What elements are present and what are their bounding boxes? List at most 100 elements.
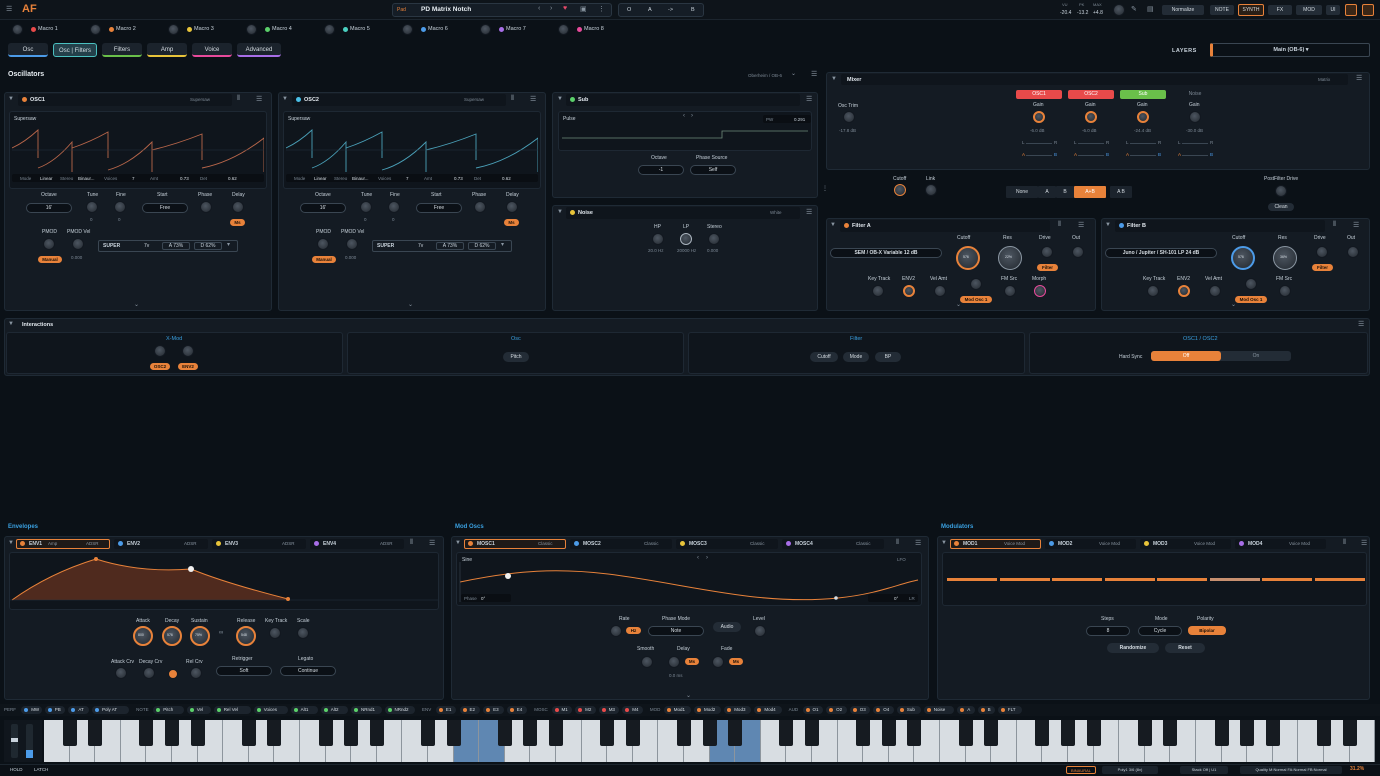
osc2-super-amt[interactable]: A 73% bbox=[436, 242, 464, 250]
interactions-menu-icon[interactable]: ☰ bbox=[1358, 320, 1364, 328]
panel-icon[interactable]: ▤ bbox=[1147, 5, 1154, 13]
filter-b-fmsrc-pill[interactable]: Mod Osc 1 bbox=[1235, 296, 1267, 303]
routing-3-button[interactable]: B bbox=[1056, 186, 1074, 198]
osc-pitch-button[interactable]: Pitch bbox=[503, 352, 529, 362]
black-key[interactable] bbox=[677, 720, 691, 746]
mixer-ch-4-route[interactable] bbox=[1182, 155, 1208, 156]
macro-4-knob[interactable] bbox=[246, 24, 257, 35]
more-icon[interactable]: ⋮ bbox=[598, 5, 605, 13]
mod-step-2[interactable] bbox=[999, 578, 1050, 581]
mosc-bars-icon[interactable]: ⫴ bbox=[896, 539, 899, 547]
filter-b-out-knob[interactable] bbox=[1347, 246, 1359, 258]
filter-a-keytrack-knob[interactable] bbox=[872, 285, 884, 297]
filter-a-fmsrc-pill[interactable]: Mod Osc 1 bbox=[960, 296, 992, 303]
noise-hp-knob[interactable] bbox=[652, 233, 664, 245]
modbar-chip-e4[interactable]: E4 bbox=[506, 706, 528, 714]
osc2-delay-pill[interactable]: Ms bbox=[504, 219, 519, 226]
filter-cutoff-button[interactable]: Cutoff bbox=[810, 352, 838, 362]
modbar-chip-m2[interactable]: M2 bbox=[575, 706, 596, 714]
black-key[interactable] bbox=[1137, 720, 1152, 746]
mosc-wave-prev-icon[interactable]: ‹ bbox=[697, 555, 699, 561]
binaural-badge[interactable]: BINAURAL bbox=[1066, 766, 1096, 774]
black-key[interactable] bbox=[856, 720, 871, 746]
macro-3-label[interactable]: Macro 3 bbox=[194, 26, 214, 32]
mixer-ch-1-route[interactable] bbox=[1026, 155, 1052, 156]
osc1-pmod-pill[interactable]: Manual bbox=[38, 256, 62, 263]
routing-4-button[interactable]: A+B bbox=[1074, 186, 1106, 198]
osc2-phase-knob[interactable] bbox=[474, 201, 486, 213]
mod-step-4[interactable] bbox=[1104, 578, 1155, 581]
macro-5-knob[interactable] bbox=[324, 24, 335, 35]
filter-b-name[interactable]: Filter B bbox=[1119, 223, 1146, 229]
macro-3-knob[interactable] bbox=[168, 24, 179, 35]
macro-4-label[interactable]: Macro 4 bbox=[272, 26, 292, 32]
filter-a-bars-icon[interactable]: ⫴ bbox=[1058, 221, 1061, 229]
black-key[interactable] bbox=[625, 720, 640, 746]
noise-menu-icon[interactable]: ☰ bbox=[806, 208, 812, 216]
macro-2-knob[interactable] bbox=[90, 24, 101, 35]
xmod-osc2-pill[interactable]: OSC2 bbox=[150, 363, 170, 370]
mod-bars-icon[interactable]: ⫴ bbox=[1343, 539, 1346, 547]
mosc-phasemode-select[interactable]: Note bbox=[648, 626, 704, 636]
osc2-pmod-knob[interactable] bbox=[317, 238, 329, 250]
mixer-mode-select[interactable]: Matrix bbox=[1318, 77, 1330, 82]
osc-model-chevron-icon[interactable]: ⌄ bbox=[791, 70, 796, 77]
macro-1-label[interactable]: Macro 1 bbox=[38, 26, 58, 32]
mod-steps-select[interactable]: 8 bbox=[1086, 626, 1130, 636]
macro-7-knob[interactable] bbox=[480, 24, 491, 35]
noise-name[interactable]: Noise bbox=[570, 210, 593, 216]
osc1-name[interactable]: OSC1 bbox=[22, 97, 45, 103]
mixer-ch-3-pan[interactable] bbox=[1130, 143, 1156, 144]
heart-icon[interactable]: ♥ bbox=[563, 5, 567, 12]
filter-b-drive-pill[interactable]: Filter bbox=[1312, 264, 1333, 271]
modbar-chip-nrnd1[interactable]: NRnd1 bbox=[351, 706, 382, 714]
black-key[interactable] bbox=[1265, 720, 1280, 746]
modbar-chip-o4[interactable]: O4 bbox=[873, 706, 894, 714]
filter-a-drive-pill[interactable]: Filter bbox=[1037, 264, 1058, 271]
modbar-chip-flt[interactable]: FLT bbox=[997, 706, 1022, 714]
black-key[interactable] bbox=[1214, 720, 1229, 746]
modbar-chip-alt1[interactable]: Alt1 bbox=[290, 706, 318, 714]
macro-5-label[interactable]: Macro 5 bbox=[350, 26, 370, 32]
black-key[interactable] bbox=[779, 720, 794, 746]
osc-model-select[interactable]: Oberheim / OB-6 bbox=[748, 73, 782, 78]
modbar-chip-mod2[interactable]: Mod2 bbox=[694, 706, 722, 714]
mod-menu-icon[interactable]: ☰ bbox=[1361, 539, 1367, 547]
mosc-rate-knob[interactable] bbox=[610, 625, 622, 637]
black-key[interactable] bbox=[1086, 720, 1101, 746]
mod-randomize-button[interactable]: Randomize bbox=[1107, 643, 1159, 653]
osc-menu-icon[interactable]: ☰ bbox=[811, 70, 817, 78]
env-menu-icon[interactable]: ☰ bbox=[429, 539, 435, 547]
black-key[interactable] bbox=[549, 720, 563, 746]
osc2-start-select[interactable]: Free bbox=[416, 203, 462, 213]
routing-cutoff-knob[interactable] bbox=[894, 184, 906, 196]
mod-reset-button[interactable]: Reset bbox=[1165, 643, 1205, 653]
modbar-chip-rel-vel[interactable]: Rel Vel bbox=[213, 706, 251, 714]
black-key[interactable] bbox=[62, 720, 77, 746]
osc2-tune-knob[interactable] bbox=[360, 201, 372, 213]
osc2-fine-knob[interactable] bbox=[388, 201, 400, 213]
black-key[interactable] bbox=[600, 720, 615, 746]
modbar-chip-noise[interactable]: Noise bbox=[923, 706, 955, 714]
modbar-chip-pb[interactable]: PB bbox=[44, 706, 66, 714]
filter-a-menu-icon[interactable]: ☰ bbox=[1078, 221, 1084, 229]
filter-a-out-knob[interactable] bbox=[1072, 246, 1084, 258]
osc2-menu-icon[interactable]: ☰ bbox=[530, 95, 536, 103]
sub-wave-next-icon[interactable]: › bbox=[691, 113, 693, 119]
osc1-start-select[interactable]: Free bbox=[142, 203, 188, 213]
mosc-rate-pill[interactable]: Hz bbox=[626, 627, 641, 634]
tab-filters[interactable]: Filters bbox=[102, 43, 142, 57]
filter-b-bars-icon[interactable]: ⫴ bbox=[1333, 221, 1336, 229]
black-key[interactable] bbox=[1240, 720, 1255, 746]
osc1-octave-select[interactable]: 16' bbox=[26, 203, 72, 213]
env-collapse-icon[interactable]: ▼ bbox=[8, 540, 14, 546]
mosc-level-knob[interactable] bbox=[754, 625, 766, 637]
black-key[interactable] bbox=[1342, 720, 1357, 746]
modbar-chip-o1[interactable]: O1 bbox=[802, 706, 824, 714]
noise-lp-knob[interactable] bbox=[680, 233, 692, 245]
modbar-chip-nrnd2[interactable]: NRnd2 bbox=[384, 706, 415, 714]
mod-step-6[interactable] bbox=[1209, 578, 1260, 581]
sub-octave-select[interactable]: -1 bbox=[638, 165, 684, 175]
mixer-ch-2-pan[interactable] bbox=[1078, 143, 1104, 144]
next-preset-icon[interactable]: › bbox=[550, 5, 552, 12]
